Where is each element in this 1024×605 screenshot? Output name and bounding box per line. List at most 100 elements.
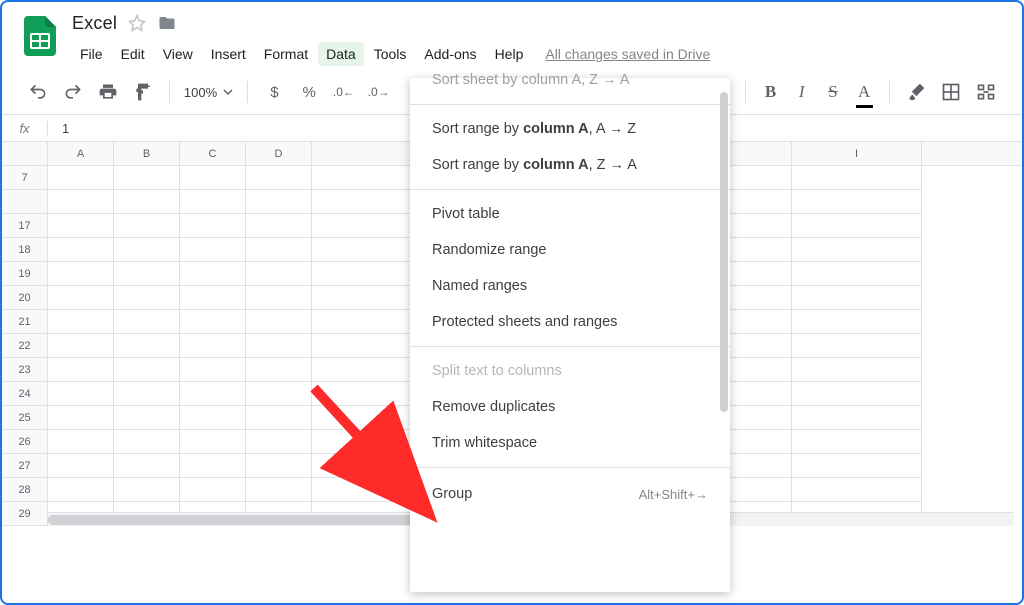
col-header[interactable]: B	[114, 142, 180, 165]
merge-cells-button[interactable]	[973, 78, 998, 106]
paint-format-button[interactable]	[130, 78, 155, 106]
cell[interactable]	[114, 382, 180, 406]
cell[interactable]	[48, 310, 114, 334]
cell[interactable]	[48, 478, 114, 502]
cell[interactable]	[180, 310, 246, 334]
menu-help[interactable]: Help	[487, 42, 532, 66]
cell[interactable]	[246, 214, 312, 238]
cell[interactable]	[114, 286, 180, 310]
cell[interactable]	[180, 262, 246, 286]
redo-button[interactable]	[61, 78, 86, 106]
cell[interactable]	[180, 334, 246, 358]
cell[interactable]	[180, 478, 246, 502]
cell[interactable]	[180, 430, 246, 454]
cell[interactable]	[180, 166, 246, 190]
menu-tools[interactable]: Tools	[366, 42, 415, 66]
col-header[interactable]: A	[48, 142, 114, 165]
save-status[interactable]: All changes saved in Drive	[545, 46, 710, 62]
row-header[interactable]: 17	[2, 214, 48, 238]
menu-randomize-range[interactable]: Randomize range	[410, 232, 730, 268]
cell[interactable]	[792, 382, 922, 406]
menu-pivot-table[interactable]: Pivot table	[410, 196, 730, 232]
row-header[interactable]: 7	[2, 166, 48, 190]
cell[interactable]	[246, 454, 312, 478]
cell[interactable]	[792, 286, 922, 310]
row-header[interactable]: 19	[2, 262, 48, 286]
cell[interactable]	[114, 454, 180, 478]
document-title[interactable]: Excel	[72, 13, 117, 34]
menu-addons[interactable]: Add-ons	[416, 42, 484, 66]
cell[interactable]	[792, 310, 922, 334]
menu-protected-sheets[interactable]: Protected sheets and ranges	[410, 304, 730, 340]
cell[interactable]	[114, 358, 180, 382]
row-header[interactable]: 26	[2, 430, 48, 454]
cell[interactable]	[246, 286, 312, 310]
cell[interactable]	[792, 478, 922, 502]
format-percent-button[interactable]: %	[297, 78, 322, 106]
cell[interactable]	[48, 334, 114, 358]
menu-sort-sheet-za-truncated[interactable]: Sort sheet by column A, Z → A	[410, 72, 730, 98]
cell[interactable]	[48, 286, 114, 310]
cell[interactable]	[180, 286, 246, 310]
cell[interactable]	[48, 214, 114, 238]
col-header[interactable]: I	[792, 142, 922, 165]
cell[interactable]	[48, 238, 114, 262]
cell[interactable]	[246, 190, 312, 214]
cell[interactable]	[246, 478, 312, 502]
select-all-corner[interactable]	[2, 142, 48, 165]
scroll-thumb[interactable]	[48, 515, 468, 525]
strikethrough-button[interactable]: S	[822, 78, 843, 106]
zoom-select[interactable]: 100%	[184, 85, 233, 100]
cell[interactable]	[246, 430, 312, 454]
row-header[interactable]: 21	[2, 310, 48, 334]
cell[interactable]	[246, 358, 312, 382]
menu-trim-whitespace[interactable]: Trim whitespace	[410, 425, 730, 461]
cell[interactable]	[792, 262, 922, 286]
cell[interactable]	[246, 382, 312, 406]
cell[interactable]	[114, 190, 180, 214]
row-header[interactable]: 25	[2, 406, 48, 430]
menu-file[interactable]: File	[72, 42, 111, 66]
row-header[interactable]: 24	[2, 382, 48, 406]
cell[interactable]	[792, 430, 922, 454]
row-header[interactable]: 29	[2, 502, 48, 526]
cell[interactable]	[114, 430, 180, 454]
cell[interactable]	[48, 166, 114, 190]
cell[interactable]	[246, 262, 312, 286]
dropdown-scrollbar[interactable]	[720, 82, 728, 574]
cell[interactable]	[792, 190, 922, 214]
cell[interactable]	[180, 358, 246, 382]
cell[interactable]	[246, 238, 312, 262]
row-header[interactable]: 18	[2, 238, 48, 262]
cell[interactable]	[792, 358, 922, 382]
fill-color-button[interactable]	[904, 78, 929, 106]
menu-insert[interactable]: Insert	[203, 42, 254, 66]
cell[interactable]	[114, 262, 180, 286]
borders-button[interactable]	[938, 78, 963, 106]
cell[interactable]	[246, 334, 312, 358]
cell[interactable]	[246, 166, 312, 190]
undo-button[interactable]	[26, 78, 51, 106]
cell[interactable]	[48, 358, 114, 382]
menu-data[interactable]: Data	[318, 42, 364, 66]
cell[interactable]	[114, 166, 180, 190]
format-currency-button[interactable]: $	[262, 78, 287, 106]
cell[interactable]	[180, 214, 246, 238]
cell[interactable]	[114, 478, 180, 502]
menu-remove-duplicates[interactable]: Remove duplicates	[410, 389, 730, 425]
cell[interactable]	[48, 430, 114, 454]
cell[interactable]	[180, 190, 246, 214]
row-header[interactable]: 22	[2, 334, 48, 358]
row-header[interactable]: 20	[2, 286, 48, 310]
cell[interactable]	[114, 334, 180, 358]
menu-sort-range-za[interactable]: Sort range by column A, Z → A	[410, 147, 730, 183]
cell[interactable]	[792, 166, 922, 190]
col-header[interactable]: C	[180, 142, 246, 165]
cell[interactable]	[792, 238, 922, 262]
cell[interactable]	[48, 190, 114, 214]
row-header[interactable]: 27	[2, 454, 48, 478]
star-icon[interactable]	[127, 13, 147, 33]
cell[interactable]	[792, 406, 922, 430]
cell[interactable]	[48, 454, 114, 478]
menu-group[interactable]: Group Alt+Shift+→	[410, 474, 730, 506]
